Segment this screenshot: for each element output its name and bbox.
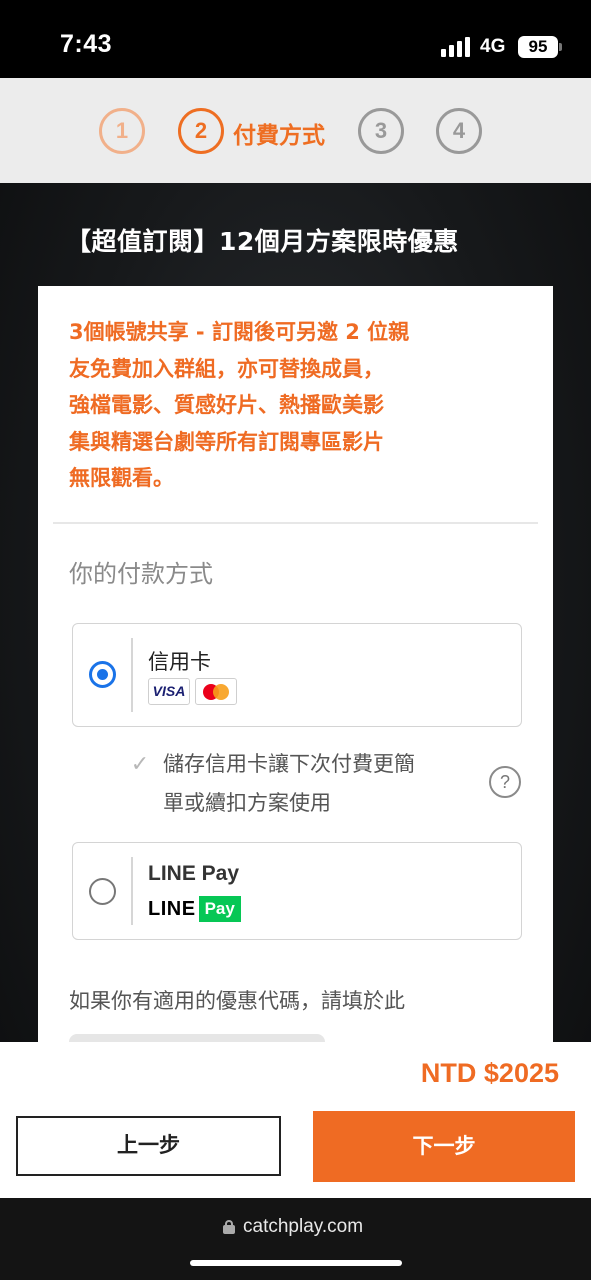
battery-icon: 95 — [518, 36, 558, 58]
promo-line: 無限觀看。 — [69, 466, 174, 490]
status-bar: 7:43 4G 95 — [0, 0, 591, 78]
line-pay-radio[interactable] — [89, 878, 116, 905]
promo-line: 3個帳號共享 - 訂閱後可另邀 2 位親 — [69, 320, 410, 344]
step-4-indicator: 4 — [436, 108, 482, 154]
step-3-indicator: 3 — [358, 108, 404, 154]
total-price: NTD $2025 — [420, 1058, 559, 1088]
step-2-indicator: 2 — [178, 108, 224, 154]
divider — [53, 522, 538, 524]
url-text[interactable]: catchplay.com — [243, 1216, 363, 1238]
promo-line: 友免費加入群組，亦可替換成員， — [69, 356, 384, 381]
save-card-checkbox[interactable]: ✓ — [129, 754, 151, 776]
visa-icon: VISA — [148, 678, 190, 705]
line-pay-label: LINE Pay — [148, 862, 240, 885]
plan-promo-text: 3個帳號共享 - 訂閱後可另邀 2 位親 友免費加入群組，亦可替換成員， 強檔電… — [69, 314, 489, 497]
step-1-indicator: 1 — [99, 108, 145, 154]
save-card-line: 單或續扣方案使用 — [163, 791, 331, 815]
credit-card-label: 信用卡 — [148, 650, 211, 674]
status-time: 7:43 — [60, 30, 113, 58]
save-card-text: 儲存信用卡讓下次付費更簡 單或續扣方案使用 — [163, 745, 483, 823]
promo-line: 強檔電影、質感好片、熱播歐美影 — [69, 393, 384, 417]
coupon-prompt: 如果你有適用的優惠代碼，請填於此 — [69, 989, 405, 1013]
payment-card: 3個帳號共享 - 訂閱後可另邀 2 位親 友免費加入群組，亦可替換成員， 強檔電… — [38, 286, 553, 1046]
option-separator — [131, 857, 133, 925]
network-label: 4G — [480, 36, 506, 57]
payment-method-heading: 你的付款方式 — [69, 560, 213, 588]
checkout-footer: NTD $2025 上一步 下一步 — [0, 1042, 591, 1198]
option-separator — [131, 638, 133, 712]
line-pay-logo-line: LINE — [148, 898, 196, 920]
browser-url-bar[interactable]: catchplay.com — [0, 1198, 591, 1280]
previous-step-button[interactable]: 上一步 — [16, 1116, 281, 1176]
home-indicator[interactable] — [190, 1260, 402, 1266]
help-icon[interactable]: ? — [489, 766, 521, 798]
credit-card-radio[interactable] — [89, 661, 116, 688]
line-pay-logo-pay: Pay — [198, 896, 241, 922]
next-step-button[interactable]: 下一步 — [313, 1111, 575, 1182]
visa-text: VISA — [152, 683, 186, 699]
signal-icon — [441, 37, 473, 57]
step-2-label: 付費方式 — [233, 123, 325, 149]
battery-tip — [559, 43, 562, 51]
promo-line: 集與精選台劇等所有訂閱專區影片 — [69, 429, 384, 454]
save-card-line: 儲存信用卡讓下次付費更簡 — [163, 752, 415, 776]
line-pay-option[interactable]: LINE Pay LINE Pay — [72, 842, 522, 940]
line-pay-logo: LINE Pay — [148, 896, 241, 922]
plan-title: 【超值訂閱】12個月方案限時優惠 — [66, 227, 459, 256]
lock-icon — [223, 1220, 235, 1234]
credit-card-option[interactable]: 信用卡 VISA — [72, 623, 522, 727]
mastercard-icon — [195, 678, 237, 705]
